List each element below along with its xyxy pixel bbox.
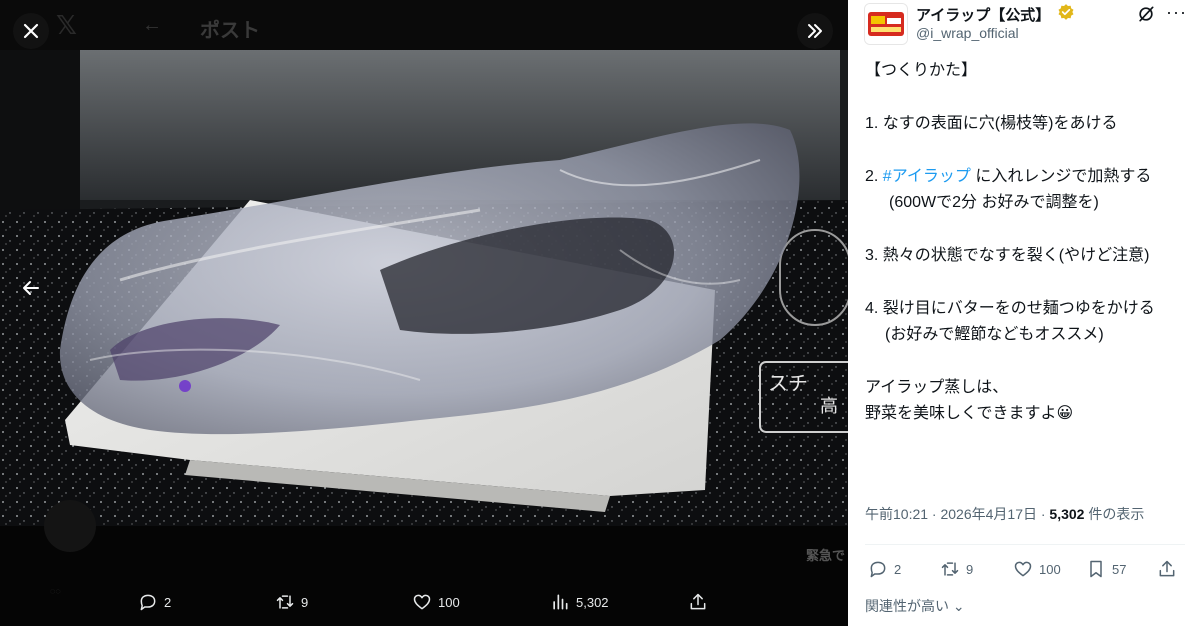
viewer-reply-button[interactable]: 2 [138,592,171,612]
repost-icon [941,562,959,576]
background-avatar-placeholder [44,500,96,552]
closing-line-1: アイラップ蒸しは、 [865,379,1009,396]
background-ghost-text: 緊急で [806,548,846,563]
more-options-icon[interactable]: ··· [1166,2,1187,23]
recipe-step-2: 2. #アイラップ に入れレンジで加熱する [865,164,1187,190]
bookmark-icon [1090,560,1102,578]
view-count: 5,302 [1049,506,1085,522]
reply-button[interactable]: 2 [868,559,901,579]
viewer-share-button[interactable] [688,592,708,612]
avatar[interactable] [864,3,908,45]
viewer-like-count: 100 [438,594,460,610]
repost-button[interactable]: 9 [940,559,973,579]
viewer-repost-button[interactable]: 9 [275,592,308,612]
reply-count: 2 [894,561,902,577]
recipe-step-3: 3. 熱々の状態でなすを裂く(やけど注意) [865,247,1150,264]
reply-sort-dropdown[interactable]: 関連性が高い ⌄ [865,596,965,616]
eggplant-in-wrap-image: スチ 高 [0,50,848,526]
reply-icon [870,561,886,578]
svg-text:スチ: スチ [768,371,808,395]
divider [865,544,1185,545]
analytics-icon [553,594,568,610]
recipe-heading: 【つくりかた】 [865,62,978,79]
x-logo-icon: 𝕏 [56,10,77,40]
grok-icon[interactable] [1136,4,1156,24]
author-display-name[interactable]: アイラップ【公式】 [916,4,1050,25]
media-viewer: 𝕏 ← ポスト スチ 高 ◌◌ 緊急で 2 9 100 5,302 [0,0,848,626]
like-count: 100 [1039,561,1061,577]
share-icon [690,593,706,610]
media-action-bar: 2 9 100 5,302 [0,584,848,620]
view-count-suffix: 件の表示 [1084,506,1145,522]
viewer-views-button[interactable]: 5,302 [550,592,609,612]
reply-sort-label: 関連性が高い [865,598,949,614]
background-header [0,0,848,50]
tweet-panel: アイラップ【公式】 @i_wrap_official ··· 【つくりかた】 1… [848,0,1200,626]
bookmark-button[interactable]: 57 [1086,559,1126,579]
step-2-text: に入れレンジで加熱する [970,168,1152,185]
chevron-down-icon: ⌄ [949,598,965,614]
recipe-step-1: 1. なすの表面に穴(楊枝等)をあける [865,115,1118,132]
reply-icon [140,594,156,611]
post-photo[interactable]: スチ 高 [0,50,848,526]
bookmark-count: 57 [1112,561,1127,577]
closing-line-2: 野菜を美味しくできますよ😀 [865,405,1074,422]
double-chevron-right-icon [808,24,822,38]
background-back-arrow-icon: ← [142,14,162,36]
author-handle[interactable]: @i_wrap_official [916,25,1019,41]
expand-panel-button[interactable] [797,13,833,49]
verified-badge-icon [1058,4,1074,20]
recipe-step-4-note: (お好みで鰹節などもオススメ) [885,326,1104,343]
tweet-text: 【つくりかた】 1. なすの表面に穴(楊枝等)をあける 2. #アイラップ に入… [865,58,1187,427]
recipe-step-4: 4. 裂け目にバターをのせ麺つゆをかける [865,300,1155,317]
viewer-like-button[interactable]: 100 [412,592,460,612]
previous-media-button[interactable] [13,270,49,306]
background-page-title: ポスト [200,20,260,42]
svg-text:高: 高 [820,396,838,417]
brand-logo-icon [865,4,907,44]
hashtag-link[interactable]: #アイラップ [883,168,971,185]
repost-icon [276,595,294,609]
step-2-number: 2. [865,168,883,185]
recipe-step-2-note: (600Wで2分 お好みで調整を) [889,194,1099,211]
close-icon [23,23,39,39]
post-timestamp[interactable]: 午前10:21 · 2026年4月17日 · [865,506,1049,522]
share-icon [1159,560,1175,577]
share-button[interactable] [1157,559,1177,579]
heart-icon [413,594,431,610]
arrow-left-icon [23,281,39,295]
tweet-meta: 午前10:21 · 2026年4月17日 · 5,302 件の表示 [865,504,1144,524]
heart-icon [1014,561,1032,577]
like-button[interactable]: 100 [1013,559,1061,579]
repost-count: 9 [966,561,974,577]
close-button[interactable] [13,13,49,49]
viewer-reply-count: 2 [164,594,172,610]
viewer-view-count: 5,302 [576,594,609,610]
viewer-repost-count: 9 [301,594,309,610]
